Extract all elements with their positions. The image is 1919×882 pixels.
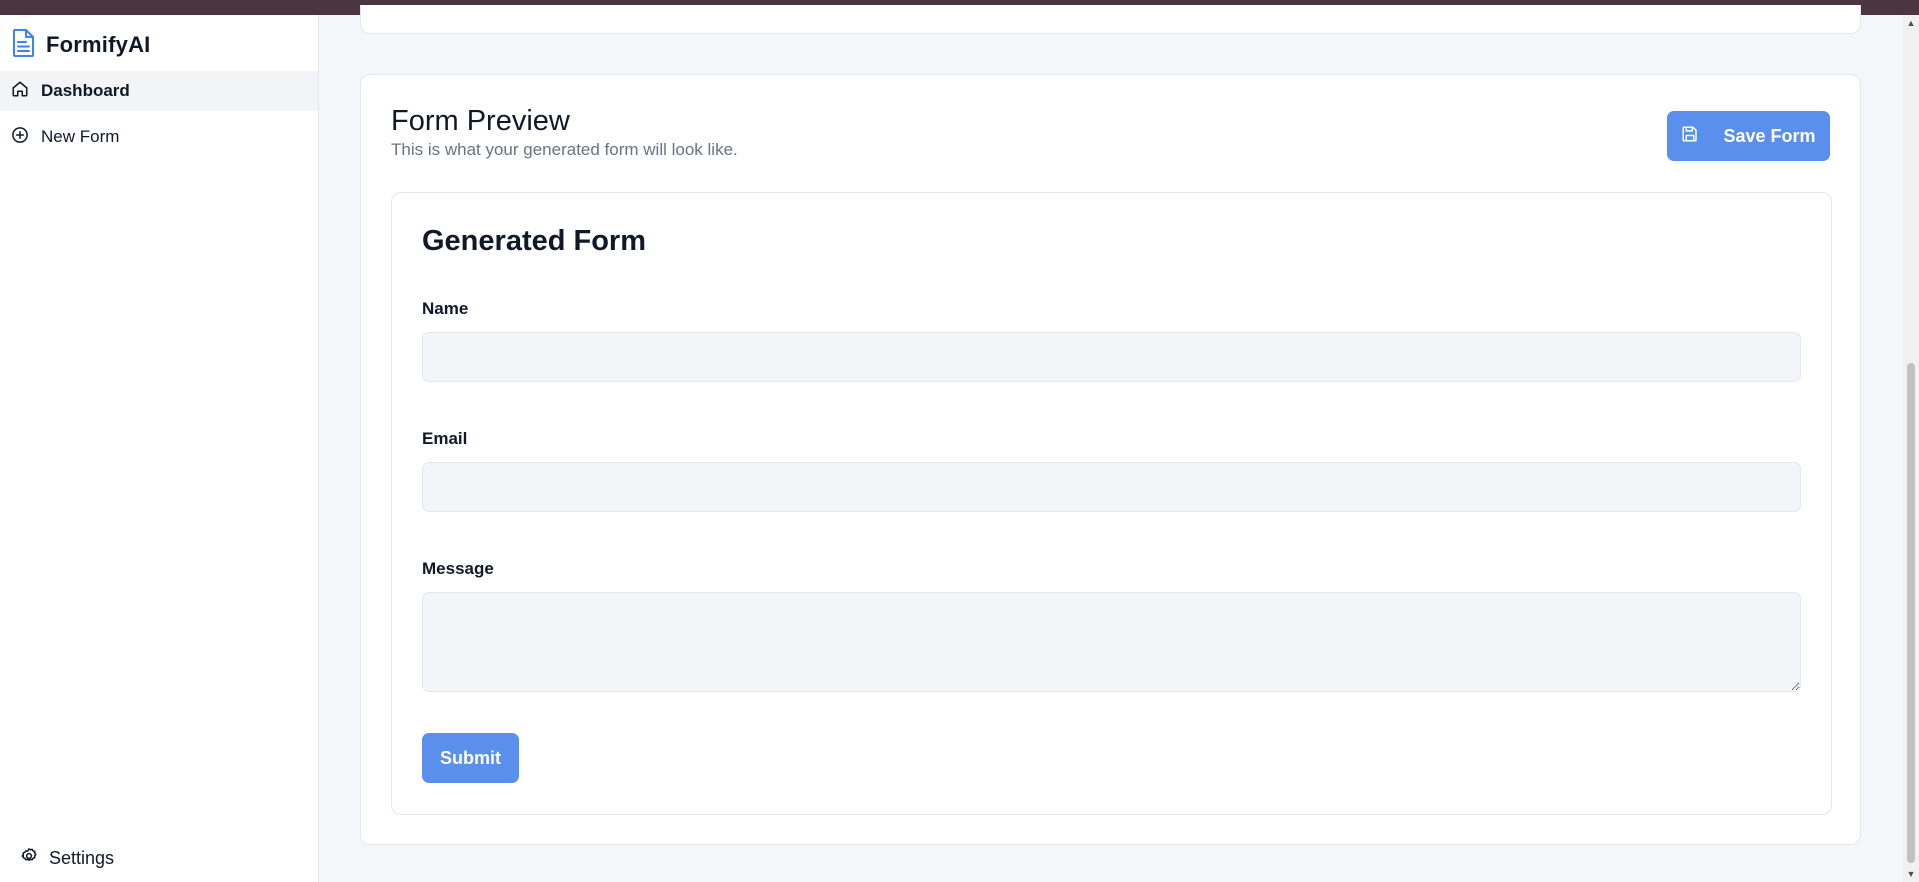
email-label: Email (422, 429, 468, 448)
message-textarea[interactable] (422, 592, 1801, 692)
document-icon (12, 28, 36, 63)
save-form-label: Save Form (1723, 125, 1816, 146)
message-label: Message (422, 559, 494, 578)
name-input[interactable] (422, 332, 1801, 382)
sidebar-item-dashboard[interactable]: Dashboard (0, 71, 318, 111)
page-subtitle: This is what your generated form will lo… (391, 140, 738, 159)
form-preview-card: Form Preview This is what your generated… (360, 74, 1861, 845)
previous-card (360, 5, 1861, 34)
scroll-down-arrow-icon[interactable]: ▼ (1906, 869, 1916, 879)
settings-label: Settings (49, 847, 115, 868)
scroll-up-arrow-icon[interactable]: ▲ (1906, 18, 1916, 28)
form-title: Generated Form (422, 225, 646, 257)
email-input[interactable] (422, 462, 1801, 512)
main-content: Form Preview This is what your generated… (320, 5, 1905, 882)
submit-button[interactable]: Submit (422, 733, 519, 783)
generated-form: Generated Form Name Email Message Submit (391, 192, 1832, 815)
sidebar-item-label: Dashboard (41, 81, 130, 100)
sidebar-item-new-form[interactable]: New Form (0, 117, 318, 157)
page-title: Form Preview (391, 105, 570, 137)
home-icon (11, 80, 29, 103)
plus-circle-icon (11, 126, 29, 149)
brand[interactable]: FormifyAI (12, 28, 151, 63)
save-icon (1681, 125, 1699, 148)
sidebar-item-label: New Form (41, 127, 120, 146)
name-label: Name (422, 299, 469, 318)
sidebar: FormifyAI Dashboard New Form Settings (0, 15, 319, 882)
scrollbar-thumb[interactable] (1907, 363, 1915, 863)
save-form-button[interactable]: Save Form (1667, 111, 1830, 161)
scrollbar[interactable]: ▲ ▼ (1903, 15, 1919, 882)
brand-name: FormifyAI (46, 32, 151, 57)
settings-link[interactable]: Settings (20, 844, 114, 872)
gear-icon (20, 847, 38, 870)
